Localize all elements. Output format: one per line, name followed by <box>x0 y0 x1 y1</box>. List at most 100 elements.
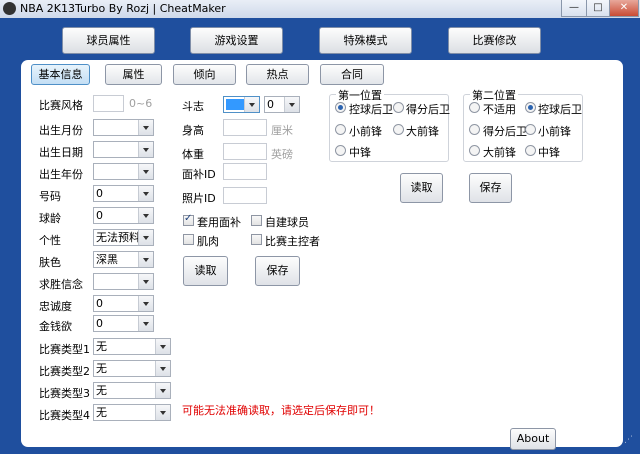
use-face-checkbox[interactable] <box>183 213 194 226</box>
position1-radio-pf[interactable] <box>393 124 404 135</box>
position-save-button[interactable]: 保存 <box>469 173 512 203</box>
top-button-game-settings[interactable]: 游戏设置 <box>190 27 283 54</box>
selection-highlight <box>226 99 244 110</box>
chevron-down-icon <box>138 316 153 331</box>
fighting-value-2: 0 <box>267 98 274 111</box>
custom-player-checkbox[interactable] <box>251 215 262 226</box>
position2-label-na: 不适用 <box>483 103 516 116</box>
warning-text: 可能无法准确读取，请选定后保存即可！ <box>182 404 380 417</box>
position1-radio-c[interactable] <box>335 145 346 156</box>
tab-basic-info[interactable]: 基本信息 <box>31 64 90 85</box>
chevron-down-icon <box>138 230 153 245</box>
main-controller-checkbox[interactable] <box>251 234 262 245</box>
position2-radio-sf[interactable] <box>525 124 536 135</box>
chevron-down-icon <box>155 361 170 376</box>
window-title: NBA 2K13Turbo By Rozj | CheatMaker <box>20 2 226 15</box>
chevron-down-icon <box>138 120 153 135</box>
match-type-1-select[interactable]: 无 <box>93 338 171 355</box>
label-weight: 体重 <box>182 148 204 161</box>
match-type-2-select[interactable]: 无 <box>93 360 171 377</box>
age-value: 0 <box>96 209 103 222</box>
face-id-input[interactable] <box>223 163 267 180</box>
title-bar: NBA 2K13Turbo By Rozj | CheatMaker <box>0 0 640 18</box>
height-input[interactable] <box>223 119 267 136</box>
chevron-down-icon <box>138 164 153 179</box>
save-button[interactable]: 保存 <box>255 256 300 286</box>
position-read-button[interactable]: 读取 <box>400 173 443 203</box>
top-button-player-attributes[interactable]: 球员属性 <box>62 27 155 54</box>
number-value: 0 <box>96 187 103 200</box>
custom-player-label: 自建球员 <box>265 216 309 229</box>
match-type-1-value: 无 <box>96 340 107 353</box>
number-select[interactable]: 0 <box>93 185 154 202</box>
close-button[interactable]: ✕ <box>609 0 639 17</box>
chevron-down-icon <box>138 142 153 157</box>
match-type-3-value: 无 <box>96 384 107 397</box>
minimize-button[interactable]: — <box>561 0 587 17</box>
height-unit: 厘米 <box>271 124 293 137</box>
muscle-label: 肌肉 <box>197 235 219 248</box>
top-button-match-edit[interactable]: 比赛修改 <box>448 27 541 54</box>
position2-radio-pf[interactable] <box>469 145 480 156</box>
label-birth-year: 出生年份 <box>39 168 83 181</box>
fighting-select-2[interactable]: 0 <box>264 96 300 113</box>
label-photo-id: 照片ID <box>182 192 216 205</box>
weight-unit: 英磅 <box>271 148 293 161</box>
tab-attributes[interactable]: 属性 <box>105 64 162 85</box>
birth-year-select[interactable] <box>93 163 154 180</box>
match-type-4-select[interactable]: 无 <box>93 404 171 421</box>
top-button-special-mode[interactable]: 特殊模式 <box>319 27 412 54</box>
greed-select[interactable]: 0 <box>93 315 154 332</box>
position1-label-c: 中锋 <box>349 146 371 159</box>
muscle-checkbox[interactable] <box>183 234 194 245</box>
birth-month-select[interactable] <box>93 119 154 136</box>
skin-select[interactable]: 深黑 <box>93 251 154 268</box>
read-button[interactable]: 读取 <box>183 256 228 286</box>
tab-hotspots[interactable]: 热点 <box>246 64 309 85</box>
match-type-2-value: 无 <box>96 362 107 375</box>
style-input[interactable] <box>93 95 124 112</box>
birth-day-select[interactable] <box>93 141 154 158</box>
label-birth-month: 出生月份 <box>39 124 83 137</box>
app-window: NBA 2K13Turbo By Rozj | CheatMaker — □ ✕… <box>0 0 640 454</box>
label-height: 身高 <box>182 124 204 137</box>
position1-group: 第一位置 控球后卫 得分后卫 小前锋 大前锋 中锋 <box>329 87 450 162</box>
position1-label-pg: 控球后卫 <box>349 103 393 116</box>
tab-contract[interactable]: 合同 <box>320 64 384 85</box>
loyalty-select[interactable]: 0 <box>93 295 154 312</box>
chevron-down-icon <box>155 405 170 420</box>
skin-value: 深黑 <box>96 253 118 266</box>
label-win-desire: 求胜信念 <box>39 278 83 291</box>
position1-radio-pg[interactable] <box>335 102 346 113</box>
label-match-type-3: 比赛类型3 <box>39 387 90 400</box>
position1-radio-sf[interactable] <box>335 124 346 135</box>
tab-tendencies[interactable]: 倾向 <box>173 64 236 85</box>
position2-radio-c[interactable] <box>525 145 536 156</box>
weight-input[interactable] <box>223 143 267 160</box>
main-controller-label: 比赛主控者 <box>265 235 320 248</box>
chevron-down-icon <box>138 274 153 289</box>
greed-value: 0 <box>96 317 103 330</box>
position2-radio-na[interactable] <box>469 102 480 113</box>
label-style: 比赛风格 <box>39 99 83 112</box>
resize-grip-icon[interactable]: ⋰ <box>624 435 636 447</box>
personality-value: 无法预料 <box>96 231 140 244</box>
about-button[interactable]: About <box>510 428 556 450</box>
chevron-down-icon <box>155 339 170 354</box>
photo-id-input[interactable] <box>223 187 267 204</box>
win-desire-select[interactable] <box>93 273 154 290</box>
use-face-label: 套用面补 <box>197 216 241 229</box>
position2-radio-pg[interactable] <box>525 102 536 113</box>
maximize-button[interactable]: □ <box>586 0 610 17</box>
position2-label-pg: 控球后卫 <box>538 103 582 116</box>
position1-radio-sg[interactable] <box>393 102 404 113</box>
label-number: 号码 <box>39 190 61 203</box>
position2-radio-sg[interactable] <box>469 124 480 135</box>
personality-select[interactable]: 无法预料 <box>93 229 154 246</box>
fighting-select-1[interactable] <box>223 96 260 113</box>
chevron-down-icon <box>138 296 153 311</box>
match-type-3-select[interactable]: 无 <box>93 382 171 399</box>
loyalty-value: 0 <box>96 297 103 310</box>
age-select[interactable]: 0 <box>93 207 154 224</box>
position1-label-sf: 小前锋 <box>349 125 382 138</box>
